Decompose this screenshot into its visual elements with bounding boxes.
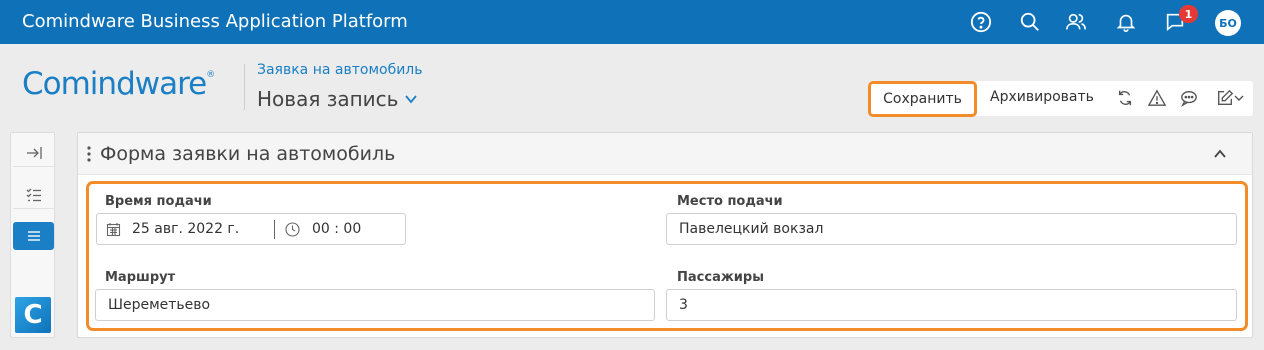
chevron-down-icon	[1234, 95, 1244, 101]
left-rail: C	[10, 132, 55, 338]
header-divider	[244, 64, 245, 110]
top-bar: Comindware Business Application Platform…	[0, 0, 1264, 44]
form-panel-header: Форма заявки на автомобиль	[78, 133, 1252, 175]
pickup-place-input[interactable]: Павелецкий вокзал	[666, 213, 1237, 245]
pickup-time-label: Время подачи	[105, 194, 212, 209]
checklist-icon	[26, 188, 41, 201]
edit-menu-button[interactable]	[1212, 88, 1248, 108]
breadcrumb[interactable]: Заявка на автомобиль	[257, 62, 423, 78]
logo-text: Comindware	[22, 66, 207, 102]
app-title: Comindware Business Application Platform	[22, 11, 408, 32]
record-title-dropdown[interactable]: Новая запись	[257, 87, 418, 111]
save-button[interactable]: Сохранить	[868, 81, 977, 117]
form-title: Форма заявки на автомобиль	[100, 143, 396, 165]
expand-panel-button[interactable]	[13, 139, 55, 167]
pickup-datetime-field[interactable]: 25 авг. 2022 г. 00 : 00	[96, 213, 406, 245]
pickup-time-input[interactable]: 00 : 00	[312, 221, 361, 237]
search-icon[interactable]	[1018, 10, 1042, 34]
avatar[interactable]: БО	[1215, 10, 1241, 36]
list-icon	[27, 231, 40, 241]
logo: Comindware®	[22, 66, 215, 102]
clock-icon[interactable]	[285, 222, 300, 237]
refresh-icon[interactable]	[1115, 88, 1135, 108]
bell-icon[interactable]	[1114, 10, 1138, 34]
passengers-input[interactable]: 3	[666, 289, 1237, 321]
archive-button[interactable]: Архивировать	[990, 89, 1094, 105]
passengers-label: Пассажиры	[677, 270, 764, 285]
comindware-c-logo: C	[15, 297, 51, 333]
chevron-up-icon[interactable]	[1211, 145, 1229, 163]
drag-handle-icon[interactable]	[87, 145, 91, 163]
chevron-down-icon	[405, 95, 418, 104]
list-view-button[interactable]	[13, 222, 54, 250]
help-icon[interactable]	[969, 10, 993, 34]
comment-icon[interactable]	[1179, 88, 1199, 108]
calendar-icon[interactable]	[106, 222, 121, 237]
notification-badge: 1	[1179, 5, 1198, 23]
datetime-divider	[274, 220, 275, 239]
checklist-button[interactable]	[13, 181, 55, 209]
pickup-date-input[interactable]: 25 авг. 2022 г.	[132, 221, 239, 237]
pickup-place-label: Место подачи	[677, 194, 783, 209]
users-icon[interactable]	[1064, 10, 1088, 34]
warning-icon[interactable]	[1147, 88, 1167, 108]
route-input[interactable]: Шереметьево	[95, 289, 655, 321]
logo-registered-mark: ®	[206, 70, 215, 80]
edit-icon	[1218, 89, 1234, 105]
route-label: Маршрут	[105, 270, 176, 285]
record-title: Новая запись	[257, 87, 399, 111]
expand-panel-icon	[27, 146, 42, 159]
